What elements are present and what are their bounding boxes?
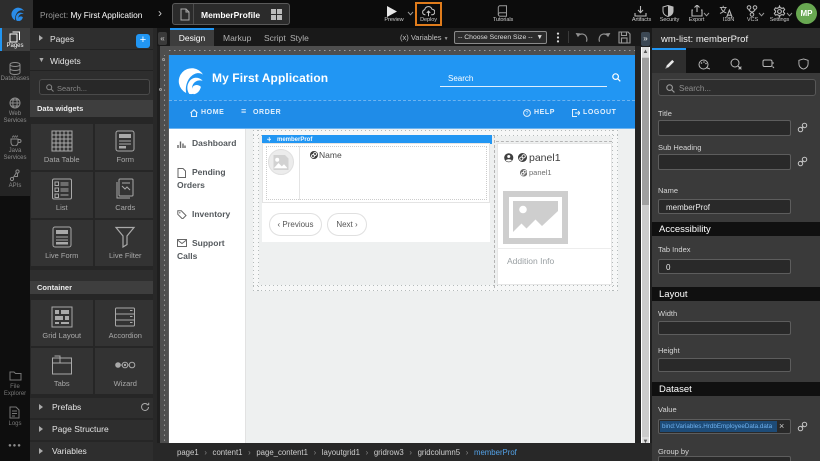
svg-text:?: ? [525, 111, 528, 117]
